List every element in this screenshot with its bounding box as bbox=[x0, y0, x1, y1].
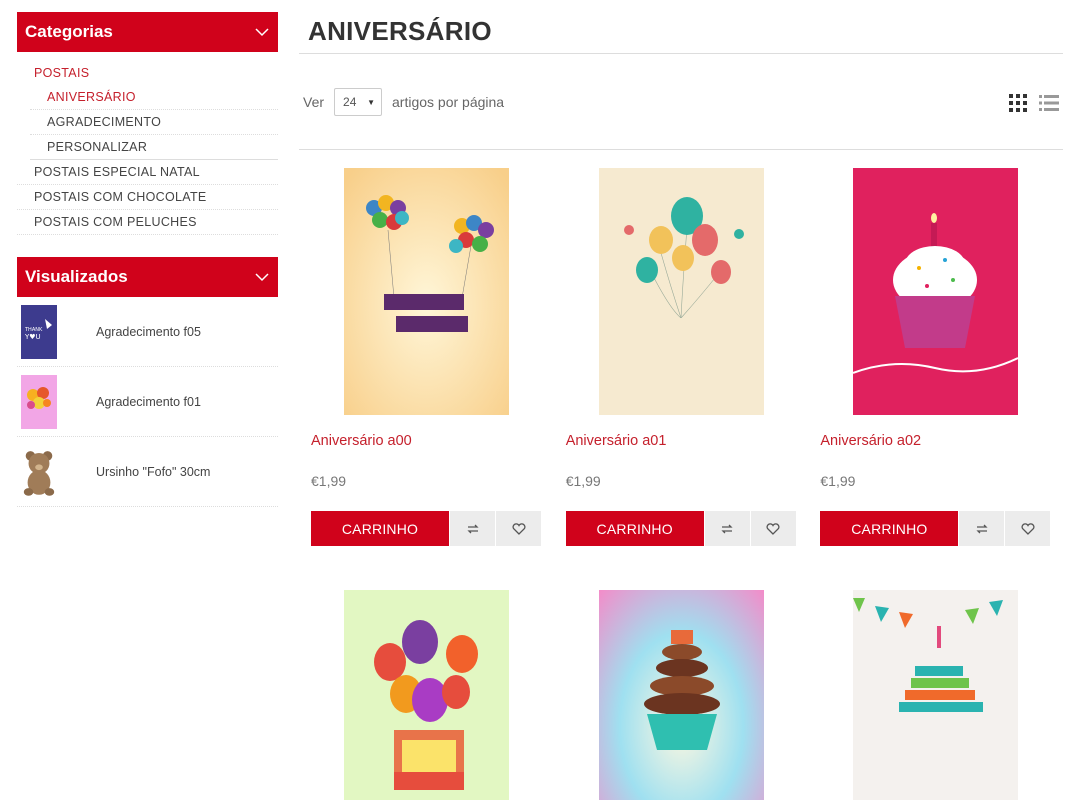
product-name[interactable]: Aniversário a02 bbox=[820, 433, 1063, 451]
product-image-happy-birthday-cake[interactable] bbox=[598, 590, 764, 800]
caret-down-icon: ▼ bbox=[367, 97, 376, 107]
product-actions: CARRINHO bbox=[565, 511, 809, 546]
compare-button[interactable] bbox=[959, 511, 1005, 546]
compare-icon bbox=[721, 524, 733, 533]
heart-icon bbox=[511, 522, 526, 535]
main-content: ANIVERSÁRIO Ver 24 ▼ artigos por página bbox=[299, 0, 1063, 800]
grid-view-icon[interactable] bbox=[1009, 94, 1027, 112]
compare-icon bbox=[466, 524, 479, 533]
subcategory-label: ANIVERSÁRIO bbox=[47, 90, 136, 104]
product-image-balloons-feliz[interactable] bbox=[344, 168, 509, 415]
product-card bbox=[808, 590, 1063, 800]
listing-toolbar: Ver 24 ▼ artigos por página bbox=[299, 54, 1063, 150]
product-price: €1,99 bbox=[311, 473, 347, 489]
product-grid: Aniversário a00 €1,99 CARRINHO Aniversár… bbox=[299, 150, 1063, 800]
add-to-cart-button[interactable]: CARRINHO bbox=[565, 511, 704, 546]
chevron-down-icon[interactable] bbox=[254, 269, 270, 285]
wishlist-button[interactable] bbox=[496, 511, 541, 546]
wishlist-button[interactable] bbox=[750, 511, 796, 546]
product-card: Aniversário a01 €1,99 CARRINHO bbox=[554, 168, 809, 546]
chevron-down-icon[interactable] bbox=[254, 24, 270, 40]
product-price: €1,99 bbox=[820, 473, 856, 489]
product-card bbox=[299, 590, 554, 800]
heart-icon bbox=[1021, 522, 1035, 535]
heart-icon bbox=[766, 522, 780, 535]
subcategory-label: PERSONALIZAR bbox=[47, 140, 148, 154]
per-page-label: Ver bbox=[303, 93, 325, 110]
add-to-cart-button[interactable]: CARRINHO bbox=[311, 511, 449, 546]
viewed-item-name[interactable]: Agradecimento f01 bbox=[96, 395, 201, 409]
viewed-header[interactable]: Visualizados bbox=[17, 257, 278, 297]
compare-icon bbox=[976, 524, 988, 533]
product-card bbox=[554, 590, 809, 800]
product-card: Aniversário a00 €1,99 CARRINHO bbox=[299, 168, 554, 546]
product-actions: CARRINHO bbox=[820, 511, 1063, 546]
category-postais-com-chocolate[interactable]: POSTAIS COM CHOCOLATE bbox=[17, 185, 278, 210]
category-label: POSTAIS ESPECIAL NATAL bbox=[34, 165, 200, 179]
subcategory-personalizar[interactable]: PERSONALIZAR bbox=[30, 135, 278, 160]
product-image-cupcake-make-a-wish[interactable] bbox=[853, 168, 1019, 415]
add-to-cart-button[interactable]: CARRINHO bbox=[820, 511, 959, 546]
view-mode-switcher bbox=[1009, 94, 1059, 112]
product-image-happy-birthday-to-you[interactable] bbox=[598, 168, 764, 415]
subcategory-label: AGRADECIMENTO bbox=[47, 115, 162, 129]
category-label: POSTAIS COM CHOCOLATE bbox=[34, 190, 207, 204]
categories-title: Categorias bbox=[25, 22, 113, 41]
list-view-icon[interactable] bbox=[1039, 94, 1059, 112]
categories-header[interactable]: Categorias bbox=[17, 12, 278, 52]
per-page-select[interactable]: 24 ▼ bbox=[334, 87, 383, 116]
category-label: POSTAIS COM PELUCHES bbox=[34, 215, 197, 229]
product-price: €1,99 bbox=[565, 473, 601, 489]
viewed-item[interactable]: THANK Y♥U Agradecimento f05 bbox=[17, 297, 278, 367]
subcategory-agradecimento[interactable]: AGRADECIMENTO bbox=[30, 110, 278, 135]
product-card: Aniversário a02 €1,99 CARRINHO bbox=[808, 168, 1063, 546]
compare-button[interactable] bbox=[450, 511, 495, 546]
category-postais-especial-natal[interactable]: POSTAIS ESPECIAL NATAL bbox=[17, 160, 278, 185]
compare-button[interactable] bbox=[704, 511, 750, 546]
per-page-value: 24 bbox=[343, 94, 357, 109]
sidebar: Categorias POSTAIS ANIVERSÁRIO AGRADECIM… bbox=[17, 12, 278, 507]
per-page-suffix: artigos por página bbox=[392, 93, 505, 110]
page-title: ANIVERSÁRIO bbox=[299, 0, 1063, 54]
viewed-item-name[interactable]: Ursinho "Fofo" 30cm bbox=[96, 465, 210, 479]
viewed-item[interactable]: Ursinho "Fofo" 30cm bbox=[17, 437, 278, 507]
product-name[interactable]: Aniversário a00 bbox=[311, 433, 554, 451]
category-postais-com-peluches[interactable]: POSTAIS COM PELUCHES bbox=[17, 210, 278, 235]
subcategory-group: ANIVERSÁRIO AGRADECIMENTO PERSONALIZAR bbox=[17, 85, 278, 160]
thumbnail-thank-you-card[interactable]: THANK Y♥U bbox=[20, 304, 58, 360]
viewed-title: Visualizados bbox=[25, 267, 128, 286]
product-name[interactable]: Aniversário a01 bbox=[566, 433, 809, 451]
product-image-happy-birthday-balloons-gift[interactable] bbox=[344, 590, 509, 800]
subcategory-aniversario[interactable]: ANIVERSÁRIO bbox=[30, 85, 278, 110]
viewed-item-name[interactable]: Agradecimento f05 bbox=[96, 325, 201, 339]
product-image-happy-birthday-bunting[interactable] bbox=[853, 590, 1019, 800]
category-postais[interactable]: POSTAIS bbox=[17, 60, 278, 85]
thumbnail-flowers-card[interactable] bbox=[20, 374, 58, 430]
thumbnail-teddy-bear[interactable] bbox=[20, 444, 58, 500]
viewed-block: Visualizados THANK Y♥U Agradecimento f05 … bbox=[17, 257, 278, 507]
product-actions: CARRINHO bbox=[311, 511, 554, 546]
category-list: POSTAIS ANIVERSÁRIO AGRADECIMENTO PERSON… bbox=[17, 52, 278, 235]
category-label: POSTAIS bbox=[34, 65, 90, 80]
wishlist-button[interactable] bbox=[1005, 511, 1051, 546]
svg-text:Y♥U: Y♥U bbox=[24, 333, 41, 341]
viewed-item[interactable]: Agradecimento f01 bbox=[17, 367, 278, 437]
